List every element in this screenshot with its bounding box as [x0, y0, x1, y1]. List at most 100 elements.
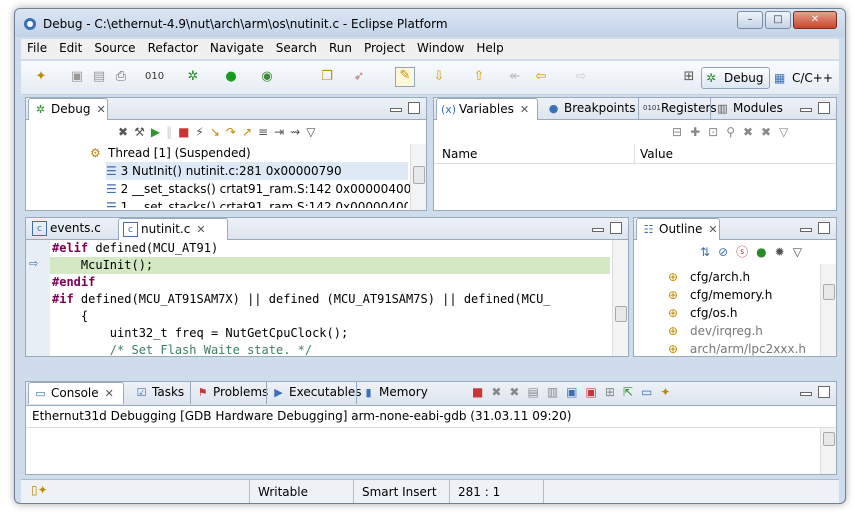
menu-refactor[interactable]: Refactor — [142, 39, 204, 57]
tab-breakpoints[interactable]: ● Breakpoints — [542, 98, 636, 120]
console-scrollbar[interactable] — [820, 428, 836, 474]
disconnect-icon[interactable]: ⚡ — [195, 125, 209, 139]
instruction-step-icon[interactable]: ⇥ — [274, 125, 290, 139]
show-type-icon[interactable]: ⊟ — [672, 125, 690, 139]
outline-item[interactable]: ⊕ cfg/memory.h — [634, 286, 820, 304]
sort-icon[interactable]: ⇅ — [700, 245, 718, 259]
menu-edit[interactable]: Edit — [53, 39, 88, 57]
tab-memory[interactable]: ▮ Memory — [356, 382, 428, 404]
outline-item[interactable]: ⊕ cfg/arch.h — [634, 268, 820, 286]
hide-static-icon[interactable]: ⓢ — [736, 245, 756, 259]
search-tool-icon[interactable]: ➶ — [351, 69, 367, 85]
external-tools-icon[interactable]: ◉ — [259, 69, 275, 85]
tab-events-c[interactable]: c events.c — [28, 218, 114, 240]
minimize-view-icon[interactable] — [390, 108, 402, 112]
outline-item[interactable]: ⊕ dev/irqreg.h — [634, 322, 820, 340]
tab-console[interactable]: ▭ Console ✕ — [28, 382, 124, 404]
show-on-error-icon[interactable]: ▣ — [586, 385, 605, 399]
step-filters-icon[interactable]: ⇝ — [290, 125, 306, 139]
open-folder-icon[interactable]: ❐ — [319, 69, 335, 85]
remove-terminated-icon[interactable]: ✖ — [118, 125, 134, 139]
last-edit-icon[interactable]: ↞ — [507, 69, 523, 85]
open-console-icon[interactable]: ▭ — [641, 385, 660, 399]
save-icon[interactable]: ▣ — [69, 69, 85, 85]
remove-launch-icon[interactable]: ✖ — [491, 385, 509, 399]
remove-all-icon[interactable]: ✖ — [509, 385, 527, 399]
menu-window[interactable]: Window — [411, 39, 470, 57]
suspend-icon[interactable]: ‖ — [166, 125, 178, 139]
step-over-icon[interactable]: ↷ — [226, 125, 242, 139]
maximize-view-icon[interactable] — [818, 102, 830, 114]
console-output[interactable] — [26, 427, 836, 474]
tree-row-frame-1[interactable]: ☰ 1 __set_stacks() crtat91_ram.S:142 0x0… — [106, 198, 408, 208]
new-icon[interactable]: ✦ — [33, 69, 49, 85]
tree-row-frame-2[interactable]: ☰ 2 __set_stacks() crtat91_ram.S:142 0x0… — [106, 180, 411, 198]
view-menu-icon[interactable]: ▽ — [306, 125, 321, 139]
run-icon[interactable]: ● — [223, 69, 239, 85]
menu-search[interactable]: Search — [270, 39, 323, 57]
terminate-icon[interactable]: ■ — [178, 125, 195, 139]
debug-run-icon[interactable]: ✲ — [185, 69, 201, 85]
debug-scrollbar[interactable] — [410, 144, 426, 210]
minimize-view-icon[interactable] — [800, 228, 812, 232]
tree-row-thread[interactable]: ⚙ Thread [1] (Suspended) — [26, 144, 426, 162]
menu-navigate[interactable]: Navigate — [204, 39, 270, 57]
maximize-button[interactable]: □ — [765, 11, 791, 29]
tab-tasks[interactable]: ☑ Tasks — [130, 382, 185, 404]
tab-registers[interactable]: 0101 Registers — [638, 98, 717, 120]
tab-debug[interactable]: ✲ Debug ✕ — [28, 98, 108, 120]
hide-fields-icon[interactable]: ⊘ — [718, 245, 736, 259]
save-all-icon[interactable]: ▤ — [91, 69, 107, 85]
perspective-cpp[interactable]: ▦ C/C++ — [769, 67, 840, 89]
fast-view-icon[interactable]: ▯✦ — [31, 483, 48, 497]
maximize-view-icon[interactable] — [818, 386, 830, 398]
tree-row-frame-3[interactable]: ☰ 3 NutInit() nutinit.c:281 0x00000790 — [106, 162, 408, 180]
binary-icon[interactable]: 010 — [145, 69, 164, 85]
column-name-header[interactable]: Name — [442, 147, 477, 161]
add-variable-icon[interactable]: ✚ — [690, 125, 708, 139]
maximize-view-icon[interactable] — [408, 102, 420, 114]
scroll-lock-icon[interactable]: ▥ — [547, 385, 566, 399]
menu-help[interactable]: Help — [470, 39, 509, 57]
editor-scrollbar[interactable] — [612, 240, 628, 356]
menu-run[interactable]: Run — [323, 39, 358, 57]
step-into-icon[interactable]: ↘ — [210, 125, 226, 139]
minimize-button[interactable]: – — [737, 11, 763, 29]
highlight-icon[interactable]: ✎ — [395, 67, 415, 87]
tab-modules[interactable]: ▥ Modules — [710, 98, 783, 120]
minimize-editor-icon[interactable] — [592, 228, 604, 232]
resume-icon[interactable]: ▶ — [151, 125, 166, 139]
pin-console-icon[interactable]: ⊞ — [605, 385, 623, 399]
connect-icon[interactable]: ⚒ — [134, 125, 151, 139]
view-menu-icon[interactable]: ▽ — [779, 125, 796, 139]
column-value-header[interactable]: Value — [640, 147, 673, 161]
code-view[interactable]: #elif defined(MCU_AT91) McuInit(); #endi… — [50, 240, 610, 356]
new-console-icon[interactable]: ✦ — [660, 385, 678, 399]
link-icon[interactable]: ⚲ — [726, 125, 743, 139]
collapse-all-icon[interactable]: ⊡ — [708, 125, 726, 139]
tab-executables[interactable]: ▶ Executables — [266, 382, 362, 404]
close-tab-icon[interactable]: ✕ — [520, 99, 529, 120]
back-icon[interactable]: ⇦ — [533, 69, 549, 85]
step-return-icon[interactable]: ↗ — [242, 125, 258, 139]
close-tab-icon[interactable]: ✕ — [196, 219, 205, 240]
perspective-debug[interactable]: ✲ Debug — [701, 67, 771, 89]
tab-problems[interactable]: ⚑ Problems — [190, 382, 268, 404]
print-icon[interactable]: ⎙ — [113, 69, 129, 85]
remove-icon[interactable]: ✖ — [743, 125, 761, 139]
menu-file[interactable]: File — [21, 39, 53, 57]
close-tab-icon[interactable]: ✕ — [96, 99, 105, 120]
next-annotation-icon[interactable]: ⇩ — [431, 69, 447, 85]
forward-icon[interactable]: ⇨ — [573, 69, 589, 85]
outline-item[interactable]: ⊕ arch/arm/lpc2xxx.h — [634, 340, 820, 356]
menu-source[interactable]: Source — [88, 39, 141, 57]
minimize-view-icon[interactable] — [800, 392, 812, 396]
close-tab-icon[interactable]: ✕ — [708, 219, 717, 240]
drop-frame-icon[interactable]: ≡ — [258, 125, 274, 139]
close-tab-icon[interactable]: ✕ — [105, 383, 114, 404]
outline-scrollbar[interactable] — [820, 264, 836, 356]
show-on-output-icon[interactable]: ▣ — [566, 385, 585, 399]
close-button[interactable]: ✕ — [793, 11, 837, 29]
terminate-icon[interactable]: ■ — [472, 385, 491, 399]
tab-outline[interactable]: ☷ Outline ✕ — [636, 218, 720, 240]
